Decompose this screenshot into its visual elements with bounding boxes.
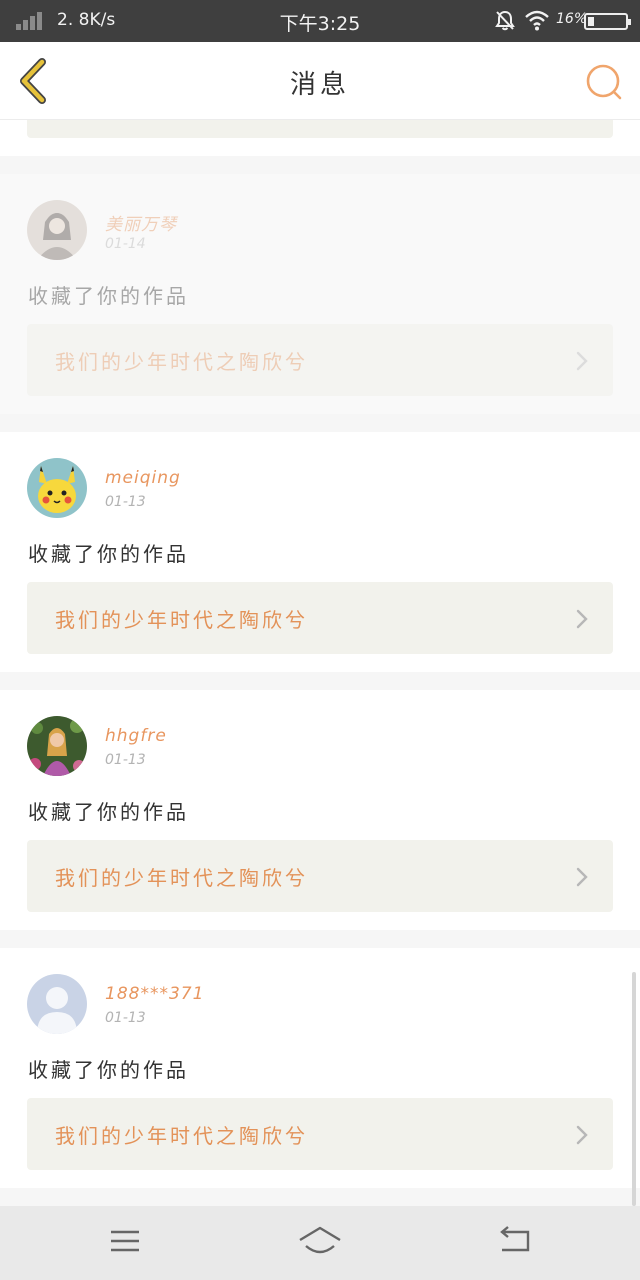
message-card: 188***371 01-13 收藏了你的作品 我们的少年时代之陶欣兮 <box>0 948 640 1188</box>
work-link[interactable]: 我们的少年时代之陶欣兮 <box>27 324 613 396</box>
back-icon[interactable] <box>496 1224 536 1258</box>
message-action: 收藏了你的作品 <box>28 800 189 824</box>
avatar[interactable] <box>27 716 87 776</box>
avatar[interactable] <box>27 200 87 260</box>
mute-bell-icon <box>495 10 515 31</box>
message-action: 收藏了你的作品 <box>28 284 189 308</box>
app-header: 消息 <box>0 42 640 120</box>
system-nav-bar <box>0 1206 640 1280</box>
previous-card-tail <box>0 120 640 156</box>
battery-percent: 16% <box>556 11 588 27</box>
chevron-right-icon <box>576 1125 588 1145</box>
work-link[interactable]: 我们的少年时代之陶欣兮 <box>27 1098 613 1170</box>
username[interactable]: hhgfre <box>105 726 167 746</box>
username[interactable]: 美丽万琴 <box>105 210 177 235</box>
previous-work-link[interactable] <box>27 120 613 138</box>
work-title: 我们的少年时代之陶欣兮 <box>55 866 308 890</box>
message-date: 01-14 <box>105 236 146 252</box>
username[interactable]: 188***371 <box>105 984 204 1004</box>
message-card: meiqing 01-13 收藏了你的作品 我们的少年时代之陶欣兮 <box>0 432 640 672</box>
message-date: 01-13 <box>105 494 146 510</box>
message-card: 美丽万琴 01-14 收藏了你的作品 我们的少年时代之陶欣兮 <box>0 174 640 414</box>
avatar[interactable] <box>27 974 87 1034</box>
work-title: 我们的少年时代之陶欣兮 <box>55 350 308 374</box>
search-icon[interactable] <box>584 62 624 102</box>
work-title: 我们的少年时代之陶欣兮 <box>55 1124 308 1148</box>
message-date: 01-13 <box>105 752 146 768</box>
work-link[interactable]: 我们的少年时代之陶欣兮 <box>27 840 613 912</box>
chevron-right-icon <box>576 867 588 887</box>
avatar[interactable] <box>27 458 87 518</box>
scrollbar[interactable] <box>632 972 636 1206</box>
chevron-right-icon <box>576 351 588 371</box>
message-card: hhgfre 01-13 收藏了你的作品 我们的少年时代之陶欣兮 <box>0 690 640 930</box>
status-bar: 2. 8K/s 下午3:25 16% <box>0 0 640 42</box>
username[interactable]: meiqing <box>105 468 181 488</box>
pikachu-avatar-icon <box>27 458 87 518</box>
work-title: 我们的少年时代之陶欣兮 <box>55 608 308 632</box>
battery-icon <box>584 13 631 30</box>
message-action: 收藏了你的作品 <box>28 1058 189 1082</box>
avatar-photo-icon <box>27 716 87 776</box>
message-list[interactable]: 美丽万琴 01-14 收藏了你的作品 我们的少年时代之陶欣兮 meiqing 0… <box>0 120 640 1206</box>
avatar-photo-icon <box>27 200 87 260</box>
message-date: 01-13 <box>105 1010 146 1026</box>
home-icon[interactable] <box>298 1224 342 1258</box>
chevron-right-icon <box>576 609 588 629</box>
default-avatar-icon <box>27 974 87 1034</box>
message-action: 收藏了你的作品 <box>28 542 189 566</box>
wifi-icon <box>525 10 549 31</box>
menu-icon[interactable] <box>105 1224 145 1258</box>
work-link[interactable]: 我们的少年时代之陶欣兮 <box>27 582 613 654</box>
page-title: 消息 <box>289 70 350 100</box>
